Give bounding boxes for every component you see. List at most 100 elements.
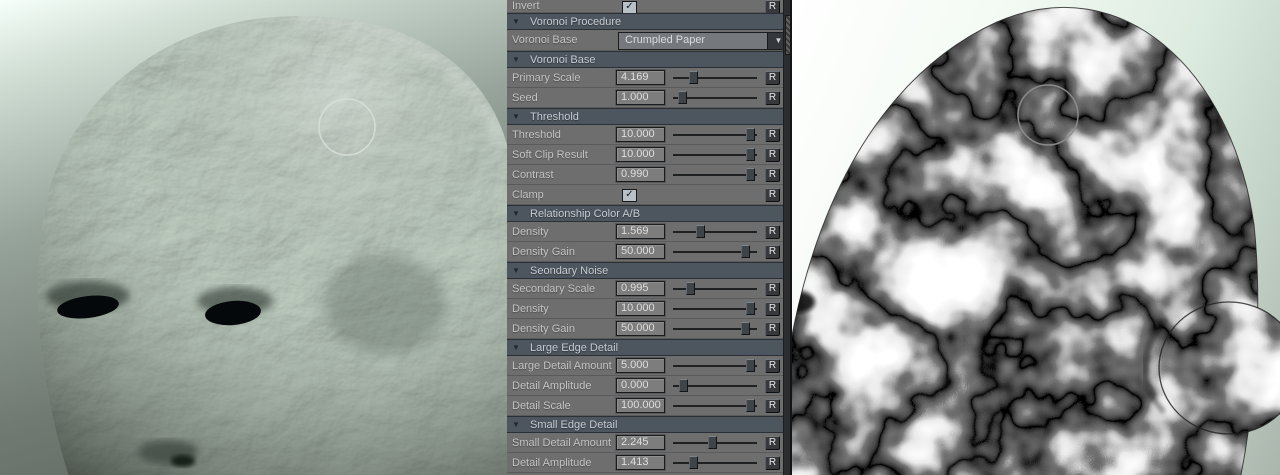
value-field[interactable]: 1.000 [616, 90, 665, 105]
dropdown-arrow-icon[interactable]: ▼ [767, 33, 783, 49]
slider-track[interactable] [673, 405, 757, 407]
slider-handle[interactable] [746, 148, 755, 161]
value-field[interactable]: 10.000 [616, 147, 665, 162]
mini-slider[interactable] [671, 145, 759, 164]
value-field[interactable]: 100.000 [616, 398, 665, 413]
collapse-triangle-icon[interactable]: ▼ [512, 209, 530, 218]
mini-slider[interactable] [671, 165, 759, 184]
value-field[interactable]: 1.569 [616, 224, 665, 239]
slider-track[interactable] [673, 154, 757, 156]
reset-button[interactable]: R [765, 379, 780, 393]
section-header-voronoi-base[interactable]: ▼Voronoi Base [507, 51, 783, 68]
panel-scrollbar[interactable] [783, 0, 790, 475]
mini-slider[interactable] [671, 88, 759, 107]
collapse-triangle-icon[interactable]: ▼ [512, 343, 530, 352]
value-field[interactable]: 50.000 [616, 321, 665, 336]
slider-handle[interactable] [678, 91, 687, 104]
value-field[interactable]: 0.995 [616, 281, 665, 296]
value-field[interactable]: 5.000 [616, 358, 665, 373]
reset-button[interactable]: R [765, 282, 780, 296]
slider-track[interactable] [673, 365, 757, 367]
reset-button[interactable]: R [765, 245, 780, 259]
mini-slider[interactable] [671, 242, 759, 261]
section-title: Voronoi Procedure [530, 16, 621, 28]
slider-handle[interactable] [746, 128, 755, 141]
mini-slider[interactable] [671, 356, 759, 375]
property-row-primary-scale: Primary Scale4.169R [507, 68, 783, 88]
section-title: Seondary Noise [530, 265, 608, 277]
value-field[interactable]: 1.413 [616, 455, 665, 470]
section-header-voronoi-procedure[interactable]: ▼Voronoi Procedure [507, 13, 783, 30]
property-row-clamp: Clamp✓R [507, 185, 783, 205]
mini-slider[interactable] [671, 125, 759, 144]
slider-handle[interactable] [679, 379, 688, 392]
value-field[interactable]: 2.245 [616, 435, 665, 450]
reset-button[interactable]: R [765, 148, 780, 162]
slider-handle[interactable] [746, 399, 755, 412]
reset-button[interactable]: R [765, 456, 780, 470]
collapse-triangle-icon[interactable]: ▼ [512, 17, 530, 26]
reset-button[interactable]: R [765, 322, 780, 336]
section-header-threshold[interactable]: ▼Threshold [507, 108, 783, 125]
mini-slider[interactable] [671, 68, 759, 87]
right-texture-viewport[interactable] [790, 0, 1280, 475]
slider-handle[interactable] [746, 302, 755, 315]
slider-handle[interactable] [689, 456, 698, 469]
reset-button[interactable]: R [765, 168, 780, 182]
slider-handle[interactable] [741, 322, 750, 335]
value-field[interactable]: 0.000 [616, 378, 665, 393]
slider-handle[interactable] [708, 436, 717, 449]
value-field[interactable]: 4.169 [616, 70, 665, 85]
mini-slider[interactable] [671, 376, 759, 395]
property-label: Detail Scale [507, 400, 571, 412]
reset-button[interactable]: R [765, 188, 780, 202]
slider-track[interactable] [673, 462, 757, 464]
property-row-density-gain: Density Gain50.000R [507, 242, 783, 262]
slider-handle[interactable] [741, 245, 750, 258]
slider-handle[interactable] [686, 282, 695, 295]
slider-handle[interactable] [746, 359, 755, 372]
section-header-small-edge-detail[interactable]: ▼Small Edge Detail [507, 416, 783, 433]
reset-button[interactable]: R [765, 399, 780, 413]
reset-button[interactable]: R [765, 359, 780, 373]
value-field[interactable]: 10.000 [616, 127, 665, 142]
collapse-triangle-icon[interactable]: ▼ [512, 55, 530, 64]
section-header-seondary-noise[interactable]: ▼Seondary Noise [507, 262, 783, 279]
section-header-large-edge-detail[interactable]: ▼Large Edge Detail [507, 339, 783, 356]
slider-handle[interactable] [689, 71, 698, 84]
slider-track[interactable] [673, 308, 757, 310]
left-3d-viewport[interactable] [0, 0, 507, 475]
dropdown-voronoi-base[interactable]: Crumpled Paper▼ [618, 32, 783, 50]
value-field[interactable]: 10.000 [616, 301, 665, 316]
reset-button[interactable]: R [765, 128, 780, 142]
texture-preview-head [792, 7, 1280, 475]
slider-handle[interactable] [696, 225, 705, 238]
mini-slider[interactable] [671, 433, 759, 452]
value-field[interactable]: 0.990 [616, 167, 665, 182]
reset-button[interactable]: R [765, 91, 780, 105]
slider-track[interactable] [673, 174, 757, 176]
mini-slider[interactable] [671, 453, 759, 472]
collapse-triangle-icon[interactable]: ▼ [512, 420, 530, 429]
mini-slider[interactable] [671, 299, 759, 318]
collapse-triangle-icon[interactable]: ▼ [512, 112, 530, 121]
mini-slider[interactable] [671, 396, 759, 415]
slider-track[interactable] [673, 134, 757, 136]
mini-slider[interactable] [671, 279, 759, 298]
reset-button[interactable]: R [765, 71, 780, 85]
mini-slider[interactable] [671, 319, 759, 338]
section-header-relationship-color-a-b[interactable]: ▼Relationship Color A/B [507, 205, 783, 222]
checkbox[interactable]: ✓ [622, 189, 637, 202]
value-field[interactable]: 50.000 [616, 244, 665, 259]
collapse-triangle-icon[interactable]: ▼ [512, 266, 530, 275]
reset-button[interactable]: R [765, 302, 780, 316]
mini-slider[interactable] [671, 222, 759, 241]
reset-button[interactable]: R [765, 225, 780, 239]
slider-track[interactable] [673, 77, 757, 79]
slider-track[interactable] [673, 231, 757, 233]
slider-handle[interactable] [746, 168, 755, 181]
reset-button[interactable]: R [765, 0, 780, 14]
application-window: Invert✓R▼Voronoi ProcedureVoronoi BaseCr… [0, 0, 1280, 475]
section-title: Large Edge Detail [530, 342, 618, 354]
reset-button[interactable]: R [765, 436, 780, 450]
